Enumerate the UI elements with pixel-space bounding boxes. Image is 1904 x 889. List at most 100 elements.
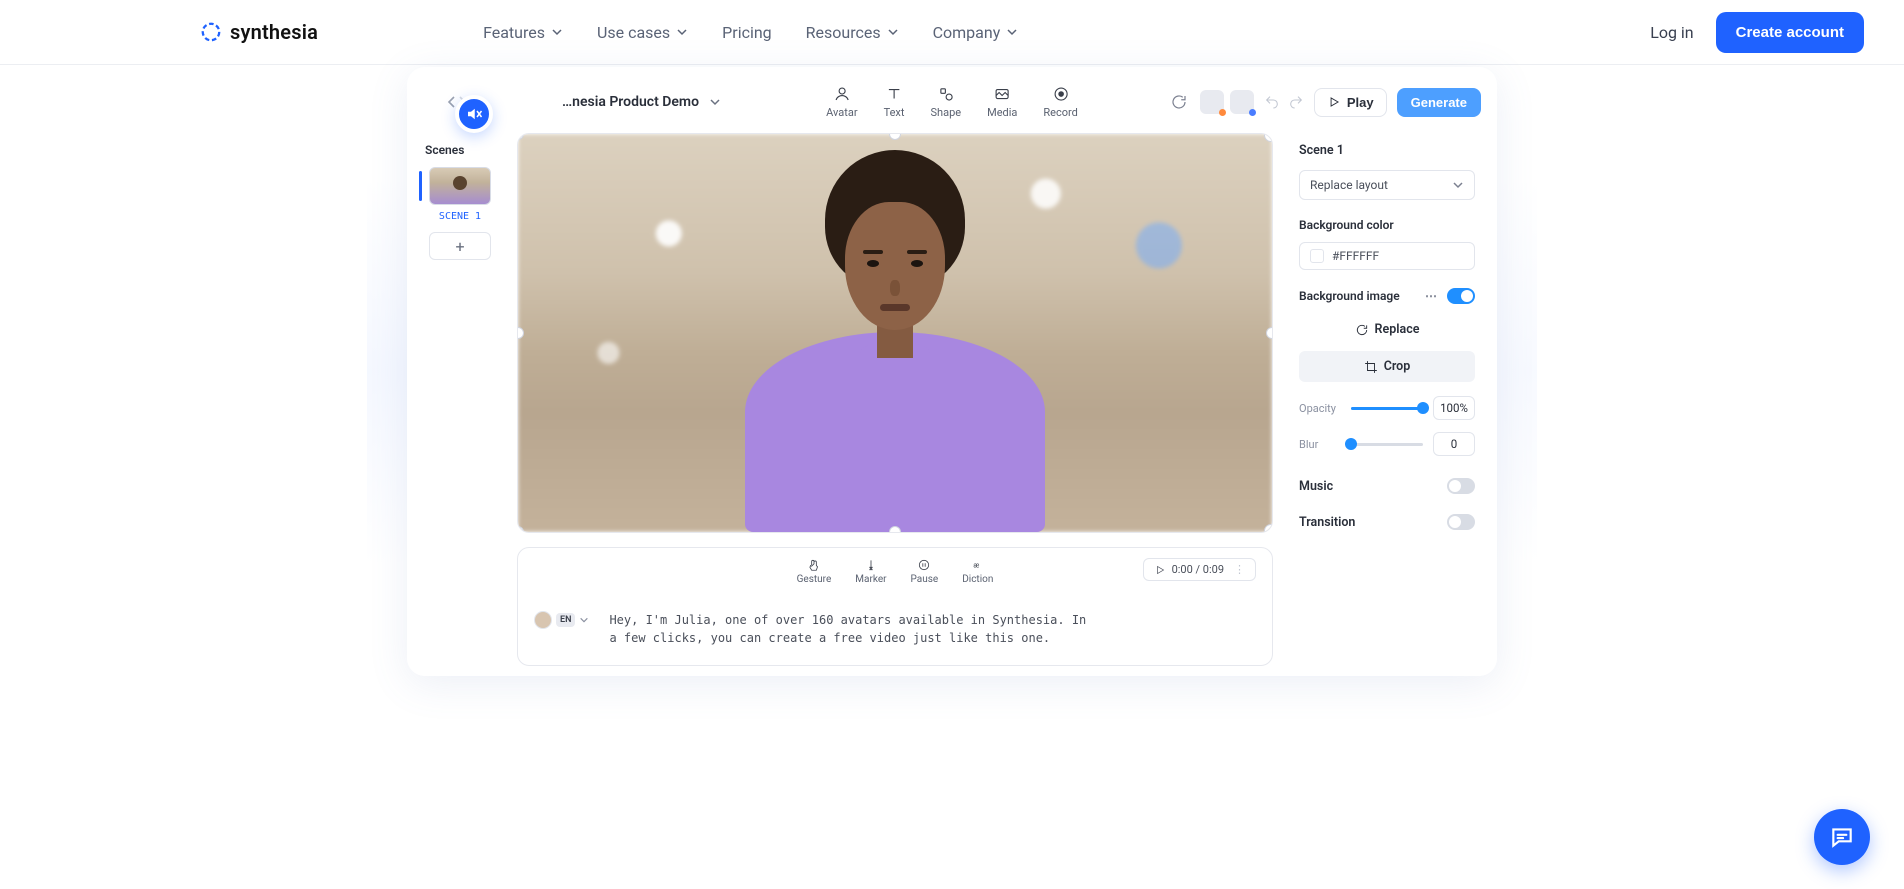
- pause-icon: [917, 558, 931, 572]
- presence-avatar-1[interactable]: [1200, 90, 1224, 114]
- color-swatch: [1310, 249, 1324, 263]
- avatar-icon: [833, 85, 851, 103]
- project-title[interactable]: …nesia Product Demo: [562, 94, 721, 110]
- scene-thumbnail-1[interactable]: [429, 167, 491, 205]
- nav-company[interactable]: Company: [933, 23, 1019, 42]
- record-icon: [1052, 85, 1070, 103]
- replace-icon: [1355, 323, 1369, 337]
- canvas[interactable]: [517, 133, 1273, 533]
- scenes-title: Scenes: [425, 143, 495, 157]
- undo-icon[interactable]: [1264, 94, 1280, 110]
- text-icon: [885, 85, 903, 103]
- refresh-button[interactable]: [1168, 91, 1190, 113]
- chevron-down-icon: [1006, 26, 1018, 38]
- bg-color-input[interactable]: #FFFFFF: [1299, 242, 1475, 270]
- insert-toolbar: Avatar Text Shape Media Record: [826, 85, 1078, 119]
- tool-avatar[interactable]: Avatar: [826, 85, 857, 119]
- bg-image-label: Background image: [1299, 289, 1400, 303]
- play-icon: [1327, 95, 1341, 109]
- scenes-panel: Scenes SCENE 1 +: [417, 133, 503, 666]
- script-voice-selector[interactable]: EN: [534, 611, 589, 629]
- voice-avatar-icon: [534, 611, 552, 629]
- scene-label-1: SCENE 1: [425, 211, 495, 222]
- script-panel: Gesture Marker Pause æDiction 0:00 / 0:0…: [517, 547, 1273, 666]
- script-toolbar: Gesture Marker Pause æDiction 0:00 / 0:0…: [534, 558, 1256, 585]
- more-options-icon[interactable]: ⋯: [1425, 289, 1439, 303]
- avatar-figure: [745, 142, 1045, 532]
- tool-text[interactable]: Text: [884, 85, 905, 119]
- music-label: Music: [1299, 479, 1333, 494]
- transition-label: Transition: [1299, 515, 1355, 530]
- mute-button[interactable]: [455, 95, 493, 133]
- opacity-value: 100%: [1433, 396, 1475, 420]
- nav-features[interactable]: Features: [483, 23, 563, 42]
- chevron-down-icon: [579, 615, 589, 625]
- nav-resources[interactable]: Resources: [806, 23, 899, 42]
- tool-media[interactable]: Media: [987, 85, 1017, 119]
- script-tool-marker[interactable]: Marker: [855, 558, 886, 585]
- music-toggle[interactable]: [1447, 478, 1475, 494]
- create-account-button[interactable]: Create account: [1716, 12, 1864, 53]
- chevron-down-icon: [551, 26, 563, 38]
- generate-button[interactable]: Generate: [1397, 88, 1481, 117]
- brand-icon: [200, 21, 222, 43]
- marker-icon: [864, 558, 878, 572]
- brand-logo[interactable]: synthesia: [200, 20, 318, 44]
- script-time[interactable]: 0:00 / 0:09 ⋮: [1143, 558, 1256, 581]
- diction-icon: æ: [971, 558, 985, 572]
- nav-pricing[interactable]: Pricing: [722, 23, 772, 42]
- redo-icon[interactable]: [1288, 94, 1304, 110]
- chat-icon: [1829, 824, 1855, 850]
- gesture-icon: [807, 558, 821, 572]
- chat-fab[interactable]: [1814, 809, 1870, 865]
- refresh-icon: [1170, 93, 1188, 111]
- chevron-down-icon: [887, 26, 899, 38]
- properties-panel: Scene 1 Replace layout Background color …: [1287, 133, 1487, 666]
- history-controls: [1264, 94, 1304, 110]
- layout-select[interactable]: Replace layout: [1299, 170, 1475, 200]
- script-tool-diction[interactable]: æDiction: [962, 558, 993, 585]
- presence-avatars: [1200, 90, 1254, 114]
- slider-track[interactable]: [1351, 407, 1423, 410]
- script-text[interactable]: Hey, I'm Julia, one of over 160 avatars …: [609, 611, 1089, 647]
- bg-color-value: #FFFFFF: [1332, 249, 1379, 263]
- add-scene-button[interactable]: +: [429, 232, 491, 260]
- opacity-slider[interactable]: Opacity 100%: [1299, 396, 1475, 420]
- tool-record[interactable]: Record: [1043, 85, 1077, 119]
- script-tool-gesture[interactable]: Gesture: [797, 558, 832, 585]
- replace-button[interactable]: Replace: [1299, 316, 1475, 343]
- slider-track[interactable]: [1351, 443, 1423, 446]
- crop-icon: [1364, 360, 1378, 374]
- chevron-down-icon: [709, 96, 721, 108]
- blur-value: 0: [1433, 432, 1475, 456]
- nav-links: Features Use cases Pricing Resources Com…: [483, 23, 1018, 42]
- bg-color-label: Background color: [1299, 218, 1475, 232]
- script-tool-pause[interactable]: Pause: [911, 558, 939, 585]
- bg-image-toggle[interactable]: [1447, 288, 1475, 304]
- crop-button[interactable]: Crop: [1299, 351, 1475, 382]
- blur-slider[interactable]: Blur 0: [1299, 432, 1475, 456]
- play-button[interactable]: Play: [1314, 88, 1387, 117]
- tool-shape[interactable]: Shape: [930, 85, 961, 119]
- login-link[interactable]: Log in: [1650, 23, 1693, 42]
- nav-usecases[interactable]: Use cases: [597, 23, 688, 42]
- shape-icon: [937, 85, 955, 103]
- nav-right: Log in Create account: [1650, 12, 1864, 53]
- speaker-muted-icon: [465, 105, 483, 123]
- site-nav: synthesia Features Use cases Pricing Res…: [0, 0, 1904, 65]
- app-bar-right: Play Generate: [1168, 88, 1481, 117]
- props-title: Scene 1: [1299, 143, 1475, 158]
- play-small-icon: [1154, 564, 1166, 576]
- transition-toggle[interactable]: [1447, 514, 1475, 530]
- media-icon: [993, 85, 1011, 103]
- more-icon: ⋮: [1234, 563, 1245, 576]
- chevron-down-icon: [1452, 179, 1464, 191]
- canvas-area: Gesture Marker Pause æDiction 0:00 / 0:0…: [517, 133, 1273, 666]
- presence-avatar-2[interactable]: [1230, 90, 1254, 114]
- brand-text: synthesia: [230, 20, 318, 44]
- app-shell: …nesia Product Demo Avatar Text Shape Me…: [407, 67, 1497, 676]
- voice-lang-badge: EN: [556, 613, 575, 627]
- chevron-down-icon: [676, 26, 688, 38]
- app-bar: …nesia Product Demo Avatar Text Shape Me…: [417, 77, 1487, 127]
- svg-text:æ: æ: [973, 561, 979, 569]
